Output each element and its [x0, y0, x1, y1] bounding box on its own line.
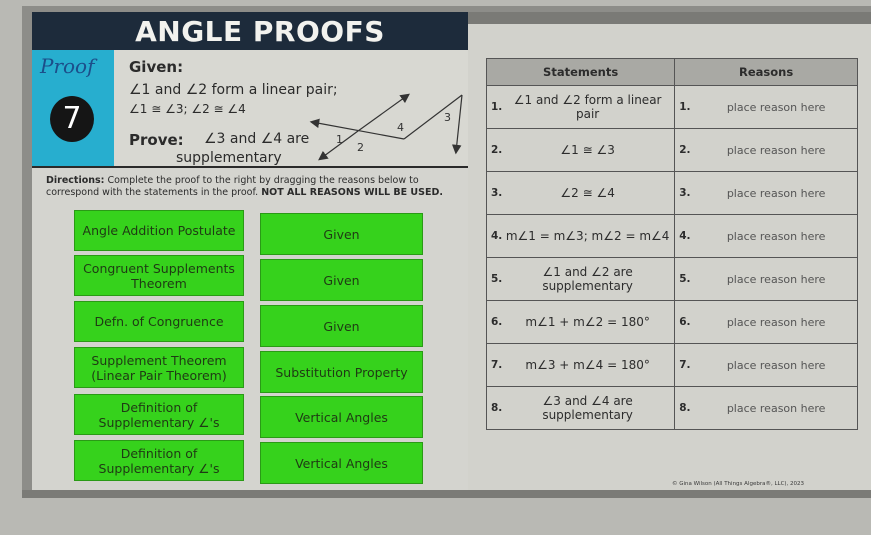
reason-placeholder: place reason here — [726, 229, 826, 243]
statement-text: m∠3 + m∠4 = 180° — [525, 358, 650, 372]
reason-drop-slot[interactable]: 6. place reason here — [674, 300, 858, 344]
reason-number: 7. — [679, 359, 691, 371]
reason-drop-slot[interactable]: 8. place reason here — [674, 386, 858, 430]
diagram-line-horizontal — [309, 118, 405, 140]
reason-card-given-2[interactable]: Given — [260, 259, 423, 301]
reason-number: 3. — [679, 187, 691, 199]
proof-row: 8. ∠3 and ∠4 are supplementary 8. place rea… — [485, 386, 858, 430]
reason-placeholder: place reason here — [726, 100, 826, 114]
reason-number: 8. — [679, 402, 691, 414]
statement-cell: 4. m∠1 = m∠3; m∠2 = m∠4 — [485, 214, 676, 258]
reason-placeholder: place reason here — [726, 358, 826, 372]
reason-card-given-3[interactable]: Given — [260, 305, 423, 347]
proof-table: Statements Reasons 1. ∠1 and ∠2 form a li… — [485, 58, 858, 430]
proof-badge: Proof 7 — [32, 50, 114, 166]
directions-emphasis: NOT ALL REASONS WILL BE USED. — [261, 187, 443, 198]
page-title: ANGLE PROOFS — [32, 12, 468, 50]
reason-card-given-1[interactable]: Given — [260, 213, 423, 255]
diagram-label-3: 3 — [444, 111, 451, 124]
reason-card-angle-addition[interactable]: Angle Addition Postulate — [74, 210, 244, 251]
given-label: Given: — [129, 58, 184, 76]
statement-text: ∠1 and ∠2 are supplementary — [542, 265, 633, 293]
header-statements: Statements — [485, 58, 676, 86]
prove-line-1: ∠3 and ∠4 are — [204, 131, 310, 147]
statement-text: m∠1 + m∠2 = 180° — [525, 315, 650, 329]
proof-row: 7. m∠3 + m∠4 = 180° 7. place reason here — [485, 343, 858, 387]
statement-cell: 8. ∠3 and ∠4 are supplementary — [485, 386, 676, 430]
statement-text: ∠1 ≅ ∠3 — [560, 143, 615, 157]
reason-placeholder: place reason here — [726, 272, 826, 286]
proof-row: 2. ∠1 ≅ ∠3 2. place reason here — [485, 128, 858, 172]
proof-script-label: Proof — [40, 54, 95, 78]
statement-cell: 7. m∠3 + m∠4 = 180° — [485, 343, 676, 387]
diagram-line-down — [451, 94, 463, 155]
statement-cell: 6. m∠1 + m∠2 = 180° — [485, 300, 676, 344]
reason-card-vertical-angles-2[interactable]: Vertical Angles — [260, 442, 423, 484]
reason-card-defn-supplementary-1[interactable]: Definition of Supplementary ∠'s — [74, 394, 244, 435]
reason-number: 1. — [679, 101, 691, 113]
statement-number: 5. — [491, 273, 503, 285]
reason-card-defn-congruence[interactable]: Defn. of Congruence — [74, 301, 244, 342]
proof-row: 1. ∠1 and ∠2 form a linear pair 1. place re… — [485, 85, 858, 129]
reason-card-vertical-angles-1[interactable]: Vertical Angles — [260, 396, 423, 438]
statement-number: 7. — [491, 359, 503, 371]
statement-text: ∠3 and ∠4 are supplementary — [542, 394, 633, 422]
section-divider — [32, 166, 468, 168]
proof-number: 7 — [50, 96, 94, 142]
proof-table-header: Statements Reasons — [485, 58, 858, 86]
proof-row: 6. m∠1 + m∠2 = 180° 6. place reason here — [485, 300, 858, 344]
reason-placeholder: place reason here — [726, 186, 826, 200]
reason-card-substitution[interactable]: Substitution Property — [260, 351, 423, 393]
prove-label: Prove: — [129, 131, 184, 149]
reason-number: 5. — [679, 273, 691, 285]
diagram-label-4: 4 — [397, 121, 404, 134]
diagram-label-2: 2 — [357, 141, 364, 154]
diagram-label-1: 1 — [336, 133, 343, 146]
statement-cell: 5. ∠1 and ∠2 are supplementary — [485, 257, 676, 301]
diagram-line-zig — [403, 94, 463, 140]
proof-row: 4. m∠1 = m∠3; m∠2 = m∠4 4. place reason her… — [485, 214, 858, 258]
copyright-text: © Gina Wilson (All Things Algebra®, LLC)… — [672, 481, 805, 487]
statement-number: 6. — [491, 316, 503, 328]
prove-line-2: supplementary — [176, 150, 282, 166]
directions-text: Directions: Complete the proof to the ri… — [46, 175, 466, 199]
reason-drop-slot[interactable]: 2. place reason here — [674, 128, 858, 172]
reason-number: 2. — [679, 144, 691, 156]
reason-card-defn-supplementary-2[interactable]: Definition of Supplementary ∠'s — [74, 440, 244, 481]
statement-text: ∠2 ≅ ∠4 — [560, 186, 615, 200]
statement-text: ∠1 and ∠2 form a linear pair — [513, 93, 662, 121]
reason-placeholder: place reason here — [726, 315, 826, 329]
reason-drop-slot[interactable]: 7. place reason here — [674, 343, 858, 387]
statement-cell: 1. ∠1 and ∠2 form a linear pair — [485, 85, 676, 129]
reason-drop-slot[interactable]: 4. place reason here — [674, 214, 858, 258]
statement-cell: 2. ∠1 ≅ ∠3 — [485, 128, 676, 172]
statement-text: m∠1 = m∠3; m∠2 = m∠4 — [505, 229, 670, 243]
directions-prefix: Directions: — [46, 175, 105, 186]
reason-drop-slot[interactable]: 5. place reason here — [674, 257, 858, 301]
reason-number: 6. — [679, 316, 691, 328]
reason-drop-slot[interactable]: 1. place reason here — [674, 85, 858, 129]
proof-row: 3. ∠2 ≅ ∠4 3. place reason here — [485, 171, 858, 215]
reason-placeholder: place reason here — [726, 401, 826, 415]
statement-number: 3. — [491, 187, 503, 199]
proof-row: 5. ∠1 and ∠2 are supplementary 5. place rea… — [485, 257, 858, 301]
given-line-2: ∠1 ≅ ∠3; ∠2 ≅ ∠4 — [129, 102, 246, 116]
bottom-bezel — [22, 490, 871, 498]
reason-number: 4. — [679, 230, 691, 242]
angle-diagram: 1 2 3 4 — [309, 93, 463, 161]
title-bar-extension — [468, 12, 871, 24]
statement-number: 1. — [491, 101, 503, 113]
reason-card-congruent-supplements[interactable]: Congruent Supplements Theorem — [74, 255, 244, 296]
reason-drop-slot[interactable]: 3. place reason here — [674, 171, 858, 215]
header-reasons: Reasons — [674, 58, 858, 86]
statement-number: 4. — [491, 230, 503, 242]
statement-number: 8. — [491, 402, 503, 414]
statement-number: 2. — [491, 144, 503, 156]
statement-cell: 3. ∠2 ≅ ∠4 — [485, 171, 676, 215]
reason-placeholder: place reason here — [726, 143, 826, 157]
reason-card-supplement-theorem[interactable]: Supplement Theorem (Linear Pair Theorem) — [74, 347, 244, 388]
